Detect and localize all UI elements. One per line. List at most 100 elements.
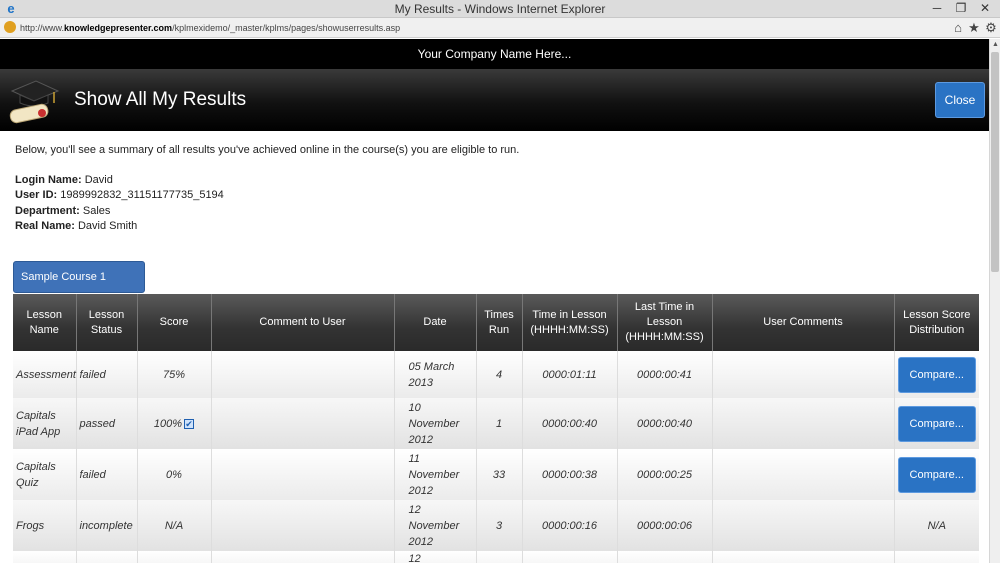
table-row: 12 bbox=[13, 551, 979, 563]
comment-to-user bbox=[210, 398, 394, 449]
real-name-value: David Smith bbox=[77, 220, 138, 232]
last-time-in-lesson: 0000:00:41 bbox=[616, 351, 712, 398]
score-value: 0% bbox=[166, 468, 182, 481]
lesson-date: 10 November 2012 bbox=[393, 398, 476, 449]
times-run: 1 bbox=[475, 398, 522, 449]
times-run bbox=[475, 551, 522, 563]
compare-button[interactable]: Compare... bbox=[897, 456, 976, 493]
times-run: 33 bbox=[475, 449, 522, 500]
table-row: Capitals Quiz failed 0% 11 November 2012… bbox=[13, 449, 979, 500]
time-in-lesson bbox=[521, 551, 617, 563]
graduation-diploma-icon bbox=[9, 80, 60, 124]
lesson-status: incomplete bbox=[75, 500, 137, 551]
lesson-status: failed bbox=[75, 351, 137, 398]
score-distribution-cell: Compare... bbox=[893, 351, 979, 398]
lesson-score: 0% bbox=[136, 449, 211, 500]
header-lesson-status: Lesson Status bbox=[75, 294, 137, 351]
table-row: Capitals iPad App passed 100% ✔ 10 Novemb… bbox=[13, 398, 979, 449]
lesson-score bbox=[136, 551, 211, 563]
lesson-name: Capitals iPad App bbox=[13, 398, 76, 449]
user-comments bbox=[711, 551, 894, 563]
header-lesson-score-distribution: Lesson Score Distribution bbox=[893, 294, 979, 351]
user-comments bbox=[711, 449, 894, 500]
score-value: 100% bbox=[153, 417, 183, 430]
login-name-value: David bbox=[84, 174, 113, 186]
table-row: Frogs incomplete N/A 12 November 2012 3 … bbox=[13, 500, 979, 551]
comment-to-user bbox=[210, 551, 394, 563]
comment-to-user bbox=[210, 500, 394, 551]
score-distribution-cell: N/A bbox=[893, 500, 979, 551]
user-comments bbox=[711, 398, 894, 449]
header-times-run: Times Run bbox=[475, 294, 522, 351]
lesson-status: passed bbox=[75, 398, 137, 449]
url-field[interactable]: http://www.knowledgepresenter.com/kplmex… bbox=[20, 20, 940, 36]
lesson-status bbox=[75, 551, 137, 563]
compare-button[interactable]: Compare... bbox=[897, 356, 976, 393]
header-last-time-in-lesson: Last Time in Lesson (HHHH:MM:SS) bbox=[616, 294, 712, 351]
lesson-name bbox=[13, 551, 76, 563]
header-lesson-name: Lesson Name bbox=[13, 294, 76, 351]
time-in-lesson: 0000:00:40 bbox=[521, 398, 617, 449]
scrollbar-thumb[interactable] bbox=[991, 52, 999, 272]
login-name-line: Login Name: David bbox=[15, 174, 113, 186]
user-comments bbox=[711, 351, 894, 398]
comment-to-user bbox=[210, 351, 394, 398]
site-favicon-icon bbox=[4, 21, 16, 33]
lesson-name: Assessment bbox=[13, 351, 76, 398]
real-name-label: Real Name: bbox=[15, 220, 75, 232]
lesson-name: Capitals Quiz bbox=[13, 449, 76, 500]
score-value: 75% bbox=[162, 368, 186, 381]
home-icon[interactable]: ⌂ bbox=[951, 20, 965, 36]
close-button[interactable]: Close bbox=[935, 82, 985, 118]
page-header: Show All My Results bbox=[0, 69, 989, 131]
header-comment-to-user: Comment to User bbox=[210, 294, 394, 351]
real-name-line: Real Name: David Smith bbox=[15, 220, 137, 232]
department-label: Department: bbox=[15, 205, 80, 217]
last-time-in-lesson: 0000:00:40 bbox=[616, 398, 712, 449]
header-date: Date bbox=[393, 294, 476, 351]
lesson-name: Frogs bbox=[13, 500, 76, 551]
score-distribution-cell: Compare... bbox=[893, 449, 979, 500]
time-in-lesson: 0000:00:16 bbox=[521, 500, 617, 551]
user-id-line: User ID: 1989992832_31151177735_5194 bbox=[15, 189, 224, 201]
window-close-button[interactable]: ✕ bbox=[972, 0, 998, 18]
lesson-date: 05 March 2013 bbox=[393, 351, 476, 398]
table-header-row: Lesson Name Lesson Status Score Comment … bbox=[13, 294, 979, 351]
tools-gear-icon[interactable]: ⚙ bbox=[984, 20, 998, 36]
last-time-in-lesson: 0000:00:25 bbox=[616, 449, 712, 500]
minimize-button[interactable]: ─ bbox=[924, 0, 950, 18]
lesson-date: 11 November 2012 bbox=[393, 449, 476, 500]
favorites-star-icon[interactable]: ★ bbox=[967, 20, 981, 36]
compare-button[interactable]: Compare... bbox=[897, 405, 976, 442]
company-name-bar: Your Company Name Here... bbox=[0, 39, 989, 69]
comment-to-user bbox=[210, 449, 394, 500]
scroll-up-arrow-icon[interactable]: ▲ bbox=[991, 40, 1000, 50]
time-in-lesson: 0000:00:38 bbox=[521, 449, 617, 500]
course-tab[interactable]: Sample Course 1 bbox=[13, 261, 145, 293]
lesson-score: N/A bbox=[136, 500, 211, 551]
url-prefix: http://www. bbox=[20, 23, 65, 33]
time-in-lesson: 0000:01:11 bbox=[521, 351, 617, 398]
header-user-comments: User Comments bbox=[711, 294, 894, 351]
score-distribution-cell: Compare... bbox=[893, 398, 979, 449]
intro-text: Below, you'll see a summary of all resul… bbox=[15, 144, 520, 156]
table-row: Assessment failed 75% 05 March 2013 4 00… bbox=[13, 351, 979, 398]
page-scrollbar[interactable]: ▲ bbox=[989, 39, 1000, 563]
department-line: Department: Sales bbox=[15, 205, 110, 217]
lesson-status: failed bbox=[75, 449, 137, 500]
maximize-button[interactable]: ❐ bbox=[948, 0, 974, 18]
lesson-score: 75% bbox=[136, 351, 211, 398]
user-id-label: User ID: bbox=[15, 189, 58, 201]
results-table: Lesson Name Lesson Status Score Comment … bbox=[13, 294, 979, 563]
address-bar: http://www.knowledgepresenter.com/kplmex… bbox=[0, 18, 1000, 38]
last-time-in-lesson: 0000:00:06 bbox=[616, 500, 712, 551]
window-titlebar: e My Results - Windows Internet Explorer… bbox=[0, 0, 1000, 18]
times-run: 3 bbox=[475, 500, 522, 551]
department-value: Sales bbox=[82, 205, 111, 217]
lesson-date: 12 November 2012 bbox=[393, 500, 476, 551]
url-domain: knowledgepresenter.com bbox=[64, 23, 173, 33]
lesson-date: 12 bbox=[393, 551, 476, 563]
header-score: Score bbox=[136, 294, 211, 351]
header-time-in-lesson: Time in Lesson (HHHH:MM:SS) bbox=[521, 294, 617, 351]
last-time-in-lesson bbox=[616, 551, 712, 563]
